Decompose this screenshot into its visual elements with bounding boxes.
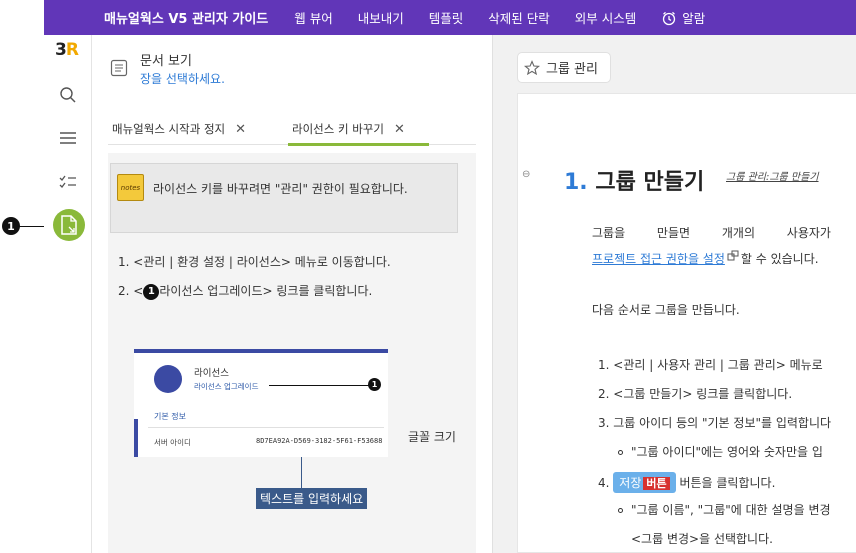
star-icon (524, 59, 540, 75)
list-item: 1. <관리 | 사용자 관리 | 그룹 관리> 메뉴로 (598, 358, 823, 372)
search-icon (60, 87, 76, 103)
paragraph-tail: 할 수 있습니다. (740, 252, 819, 266)
step-marker: 1 (143, 283, 160, 300)
key-icon (154, 365, 182, 393)
heading-breadcrumb-link[interactable]: 그룹 관리:그룹 만들기 (726, 168, 819, 183)
permission-link[interactable]: 프로젝트 접근 권한을 설정 (592, 252, 725, 266)
step-prefix: 2. < (118, 284, 144, 298)
sub-item-text: "그룹 아이디"에는 영어와 숫자만을 입 (631, 445, 823, 459)
save-label: 저장 (619, 476, 642, 490)
app-root: 1 매뉴얼웍스 V5 관리자 가이드 웹 뷰어 내보내기 템플릿 삭제된 단락 … (0, 0, 856, 553)
panel-subtitle[interactable]: 장을 선택하세요. (140, 70, 225, 87)
save-button-sample[interactable]: 저장 버튼 (613, 472, 676, 493)
list-text: 버튼을 클릭합니다. (679, 476, 776, 490)
heading-text: 그룹 만들기 (595, 170, 705, 195)
callout-marker: 1 (2, 217, 20, 235)
notes-icon: notes (117, 174, 144, 201)
ordered-list: 1. <관리 | 사용자 관리 | 그룹 관리> 메뉴로 2. <그룹 만들기>… (598, 356, 831, 553)
heading-number: 1. (564, 170, 588, 195)
font-size-label[interactable]: 글꼴 크기 (408, 428, 456, 445)
close-icon[interactable]: ✕ (235, 122, 246, 137)
active-tab-indicator (288, 143, 429, 146)
left-rail: 3R (44, 35, 92, 553)
text-input-callout[interactable]: 텍스트를 입력하세요 (256, 488, 368, 509)
list-number: 4. (598, 476, 610, 490)
document-icon (110, 59, 128, 77)
tab-label: 매뉴얼웍스 시작과 정지 (112, 122, 226, 136)
list-sub-item-cont: <그룹 변경>을 선택합니다. (631, 532, 773, 546)
license-screenshot: 라이선스 라이선스 업그레이드 1 기본 정보 서버 아이디 8D7EA92A-… (134, 349, 388, 457)
menu-icon (60, 132, 76, 144)
app-logo[interactable]: 3R (55, 40, 79, 60)
step-item: 2. <1 라이선스 업그레이드> 링크를 클릭합니다. (118, 282, 391, 311)
bullet-icon (618, 450, 623, 455)
document-view-panel: 문서 보기 장을 선택하세요. 매뉴얼웍스 시작과 정지 ✕ 라이선스 키 바꾸… (92, 35, 492, 553)
checklist-icon (59, 175, 76, 188)
paragraph-intro: 그룹을 만들면 개개의 사용자가 (592, 226, 831, 240)
external-link-icon (727, 250, 739, 261)
upgrade-link: 라이선스 업그레이드 (194, 382, 259, 391)
nav-external-system[interactable]: 외부 시스템 (575, 8, 636, 27)
nav-template[interactable]: 템플릿 (429, 8, 464, 27)
server-id-value: 8D7EA92A-D569-3182-5F61-F53688 (256, 437, 383, 445)
panel-title: 문서 보기 (140, 54, 192, 69)
list-item: 2. <그룹 만들기> 링크를 클릭합니다. (598, 387, 793, 401)
note-text: 라이선스 키를 바꾸려면 "관리" 권한이 필요합니다. (153, 182, 408, 196)
nav-export[interactable]: 내보내기 (358, 8, 404, 27)
divider (148, 427, 384, 428)
document-tabs: 매뉴얼웍스 시작과 정지 ✕ 라이선스 키 바꾸기 ✕ (108, 119, 476, 145)
top-bar: 매뉴얼웍스 V5 관리자 가이드 웹 뷰어 내보내기 템플릿 삭제된 단락 외부… (44, 0, 856, 35)
button-tag: 버튼 (643, 477, 670, 490)
tab-start-stop[interactable]: 매뉴얼웍스 시작과 정지 ✕ (112, 121, 246, 137)
alarm-label: 알람 (682, 11, 706, 26)
checklist-button[interactable] (56, 170, 80, 194)
step-item: 1. <관리 | 환경 설정 | 라이선스> 메뉴로 이동합니다. (118, 255, 391, 269)
document-view-button[interactable] (53, 209, 85, 241)
guide-title[interactable]: 매뉴얼웍스 V5 관리자 가이드 (104, 8, 268, 27)
step-list: 1. <관리 | 환경 설정 | 라이선스> 메뉴로 이동합니다. 2. <1 라… (118, 253, 391, 311)
list-sub-item: "그룹 이름", "그룹"에 대한 설명을 변경 (598, 501, 831, 530)
paragraph-intro-cont: 프로젝트 접근 권한을 설정 할 수 있습니다. (592, 250, 819, 267)
tab-label: 라이선스 키 바꾸기 (292, 122, 384, 136)
thumb-callout-line (269, 385, 369, 386)
list-item: 4. 저장 버튼 버튼을 클릭합니다. (598, 472, 831, 501)
group-manage-button[interactable]: 그룹 관리 (517, 52, 611, 83)
logo-letter: R (65, 40, 79, 60)
server-id-label: 서버 아이디 (154, 438, 191, 447)
search-button[interactable] (56, 83, 80, 107)
nav-web-viewer[interactable]: 웹 뷰어 (294, 8, 332, 27)
fav-label: 그룹 관리 (546, 62, 598, 77)
note-box: notes 라이선스 키를 바꾸려면 "관리" 권한이 필요합니다. (110, 163, 458, 233)
logo-digit: 3 (55, 40, 67, 60)
menu-button[interactable] (56, 126, 80, 150)
section-heading: 1. 그룹 만들기 (564, 164, 704, 196)
input-callout-line (301, 457, 302, 489)
sub-item-text: "그룹 이름", "그룹"에 대한 설명을 변경 (631, 503, 831, 517)
document-view-icon (61, 215, 77, 235)
tab-license-key[interactable]: 라이선스 키 바꾸기 ✕ (292, 121, 405, 137)
collapse-icon[interactable]: ⊖ (522, 169, 530, 180)
paragraph-order: 다음 순서로 그룹을 만듭니다. (592, 303, 740, 317)
alarm-clock-icon (663, 11, 676, 25)
license-label: 라이선스 (194, 368, 229, 379)
nav-deleted-paragraphs[interactable]: 삭제된 단락 (488, 8, 549, 27)
info-title: 기본 정보 (154, 412, 186, 421)
nav-alarm[interactable]: 알람 (661, 8, 705, 27)
content-panel: 그룹 관리 ⊖ 1. 그룹 만들기 그룹 관리:그룹 만들기 그룹을 만들면 개… (492, 35, 856, 553)
document-body: notes 라이선스 키를 바꾸려면 "관리" 권한이 필요합니다. 1. <관… (108, 153, 476, 553)
close-icon[interactable]: ✕ (394, 122, 405, 137)
list-item: 3. 그룹 아이디 등의 "기본 정보"를 입력합니다 (598, 416, 832, 430)
thumb-marker: 1 (368, 378, 381, 391)
step-suffix: 라이선스 업그레이드> 링크를 클릭합니다. (159, 284, 373, 298)
thumb-accent-bar (134, 419, 138, 457)
bullet-icon (618, 508, 623, 513)
document-page: ⊖ 1. 그룹 만들기 그룹 관리:그룹 만들기 그룹을 만들면 개개의 사용자… (517, 93, 856, 553)
list-sub-item: "그룹 아이디"에는 영어와 숫자만을 입 (598, 443, 831, 472)
